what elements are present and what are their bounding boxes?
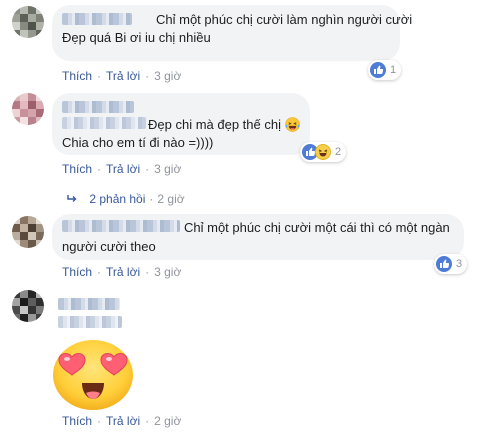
commenter-name-blurred bbox=[58, 316, 122, 328]
comment-bubble: Chỉ một phúc chị cười một cái thì có một… bbox=[52, 214, 464, 260]
comment-text-line-2: người cười theo bbox=[62, 239, 156, 254]
reaction-summary[interactable]: 3 bbox=[434, 254, 468, 274]
view-replies-link[interactable]: 2 phản hồi · 2 giờ bbox=[66, 192, 185, 208]
like-button[interactable]: Thích bbox=[62, 162, 92, 176]
commenter-name-blurred[interactable] bbox=[62, 220, 180, 232]
comment-actions: Thích · Trả lời · 2 giờ bbox=[62, 414, 182, 428]
haha-icon bbox=[315, 144, 331, 160]
commenter-name-blurred[interactable] bbox=[62, 101, 134, 113]
comment-actions: Thích · Trả lời · 3 giờ bbox=[62, 162, 182, 176]
comment-text-line-2: Đẹp quá Bi ơi iu chị nhiều bbox=[62, 30, 211, 45]
reply-button[interactable]: Trả lời bbox=[106, 69, 140, 83]
reaction-count: 2 bbox=[335, 146, 342, 158]
replies-timestamp: 2 giờ bbox=[157, 192, 185, 206]
replies-count-label[interactable]: 2 phản hồi bbox=[89, 192, 145, 206]
reply-arrow-icon bbox=[66, 193, 78, 208]
comment-timestamp[interactable]: 3 giờ bbox=[154, 162, 181, 176]
commenter-name-blurred bbox=[62, 117, 146, 129]
comment-bubble: Chỉ một phúc chị cười làm nghìn người cư… bbox=[52, 5, 412, 61]
comment-actions: Thích · Trả lời · 3 giờ bbox=[62, 265, 182, 279]
commenter-name-blurred[interactable] bbox=[58, 298, 120, 310]
like-icon bbox=[370, 62, 386, 78]
avatar[interactable] bbox=[12, 93, 44, 125]
reply-button[interactable]: Trả lời bbox=[106, 162, 140, 176]
comment-actions: Thích · Trả lời · 3 giờ bbox=[62, 69, 182, 83]
commenter-name-blurred[interactable] bbox=[62, 13, 132, 25]
comment-text-line-2: Chia cho em tí đi nào =)))) bbox=[62, 135, 214, 150]
comment-bubble: Đẹp chi mà đẹp thế chị Chia cho em tí đi… bbox=[52, 93, 310, 155]
like-icon bbox=[436, 256, 452, 272]
reply-button[interactable]: Trả lời bbox=[106, 265, 140, 279]
comment-text-line-1: Chỉ một phúc chị cười làm nghìn người cư… bbox=[156, 12, 413, 27]
like-button[interactable]: Thích bbox=[62, 69, 92, 83]
avatar[interactable] bbox=[12, 290, 44, 322]
avatar[interactable] bbox=[12, 6, 44, 38]
laughing-emoji-icon bbox=[284, 117, 300, 137]
comment-timestamp[interactable]: 3 giờ bbox=[154, 265, 181, 279]
reaction-count: 3 bbox=[456, 258, 463, 270]
reaction-summary[interactable]: 1 bbox=[368, 60, 402, 80]
heart-eyes-emoji-icon bbox=[50, 337, 136, 416]
like-button[interactable]: Thích bbox=[62, 265, 92, 279]
comment-text-line-1: Chỉ một phúc chị cười một cái thì có một… bbox=[184, 220, 450, 235]
reaction-summary[interactable]: 2 bbox=[300, 142, 347, 162]
avatar[interactable] bbox=[12, 216, 44, 248]
comment-timestamp[interactable]: 3 giờ bbox=[154, 69, 181, 83]
reaction-count: 1 bbox=[390, 64, 397, 76]
like-button[interactable]: Thích bbox=[62, 414, 92, 428]
comment-timestamp[interactable]: 2 giờ bbox=[154, 414, 181, 428]
reply-button[interactable]: Trả lời bbox=[106, 414, 140, 428]
